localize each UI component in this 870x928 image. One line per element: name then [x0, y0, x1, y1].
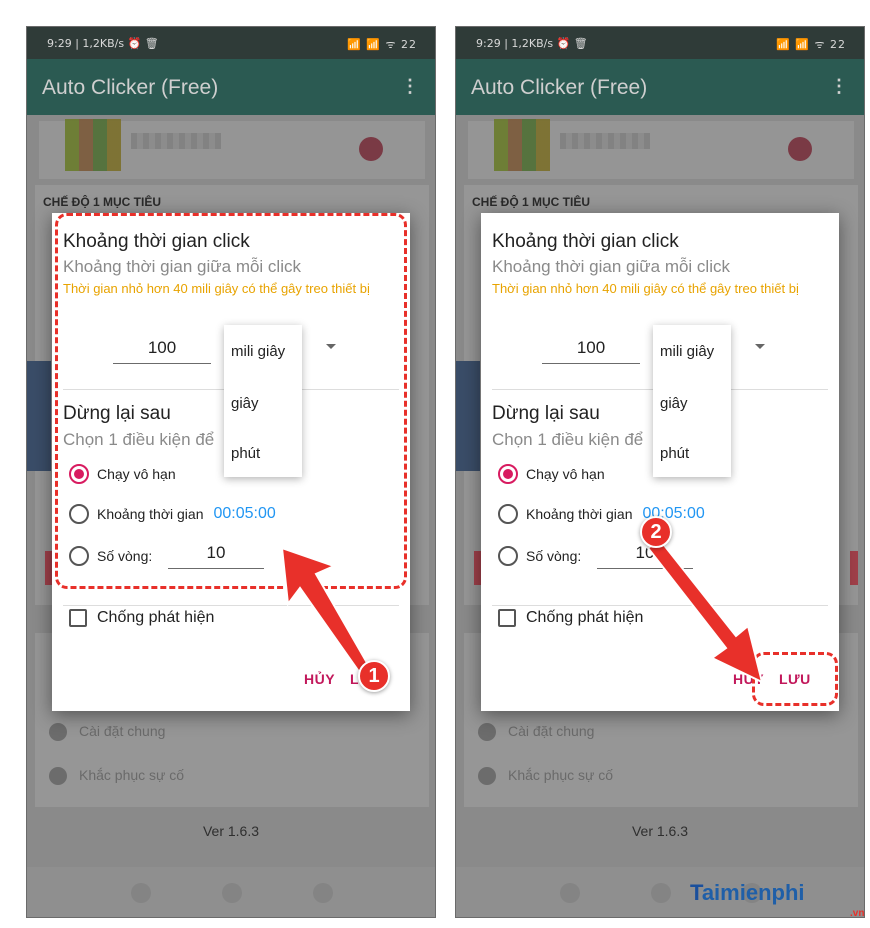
step-marker-2: 2 [640, 516, 672, 548]
section-title: CHẾ ĐỘ 1 MỤC TIÊU [43, 195, 162, 209]
overflow-menu-icon[interactable]: ⋮ [830, 76, 848, 97]
status-right: 📶 📶 ᯤ 22 [776, 38, 846, 51]
section-title: CHẾ ĐỘ 1 MỤC TIÊU [472, 195, 591, 209]
settings-label: Cài đặt chung [79, 723, 166, 739]
background-side-panel [456, 361, 480, 471]
settings-label: Cài đặt chung [508, 723, 595, 739]
radio-icon[interactable] [498, 504, 518, 524]
interval-input[interactable]: 100 [542, 338, 640, 364]
app-bar: Auto Clicker (Free) ⋮ [27, 59, 435, 115]
watermark-suffix: .vn [850, 908, 865, 919]
help-icon [49, 767, 67, 786]
overflow-menu-icon[interactable]: ⋮ [401, 76, 419, 97]
troubleshoot-label: Khắc phục sự cố [508, 767, 614, 783]
stop-subtitle-left: Chọn 1 điều kiện để [492, 430, 644, 449]
option-duration[interactable]: Khoảng thời gian 00:05:00 [498, 503, 705, 525]
version-label: Ver 1.6.3 [631, 823, 689, 839]
pixelated-app-name [131, 133, 221, 149]
pixelated-app-name [560, 133, 650, 149]
gear-icon [49, 723, 67, 742]
nav-icon-2 [222, 883, 242, 903]
bottom-nav [27, 867, 435, 917]
troubleshoot-row: Khắc phục sự cố [49, 767, 185, 786]
unit-option-ms[interactable]: mili giây [660, 343, 714, 360]
checkbox-icon[interactable] [69, 609, 87, 627]
radio-icon[interactable] [498, 546, 518, 566]
app-title: Auto Clicker (Free) [471, 76, 648, 99]
option-duration-label: Khoảng thời gian [526, 506, 633, 522]
option-infinite[interactable]: Chạy vô hạn [498, 463, 605, 485]
interval-subtitle: Khoảng thời gian giữa mỗi click [492, 257, 730, 276]
nav-icon-3 [313, 883, 333, 903]
pixelated-app-icon [359, 137, 383, 161]
help-icon [478, 767, 496, 786]
checkbox-icon[interactable] [498, 609, 516, 627]
troubleshoot-row: Khắc phục sự cố [478, 767, 614, 786]
nav-icon-1 [131, 883, 151, 903]
interval-title: Khoảng thời gian click [492, 231, 679, 252]
status-right: 📶 📶 ᯤ 22 [347, 38, 417, 51]
version-label: Ver 1.6.3 [202, 823, 260, 839]
anti-detect-label: Chống phát hiện [97, 609, 215, 626]
interval-warning: Thời gian nhỏ hơn 40 mili giây có thể gâ… [492, 281, 799, 296]
unit-dropdown-menu: mili giây giây phút [653, 325, 731, 477]
unit-option-minutes[interactable]: phút [660, 445, 689, 462]
pixelated-app-thumbnail [65, 119, 121, 171]
highlight-save-button [752, 652, 838, 706]
phone-screen-right: 9:29 | 1,2KB/s ⏰ 🗑 📶 📶 ᯤ 22 Auto Clicker… [455, 26, 865, 918]
pixelated-app-thumbnail [494, 119, 550, 171]
cancel-button[interactable]: HỦY [304, 671, 335, 687]
background-red-button [850, 551, 858, 585]
status-left: 9:29 | 1,2KB/s ⏰ 🗑 [476, 37, 588, 50]
status-left: 9:29 | 1,2KB/s ⏰ 🗑 [47, 37, 159, 50]
app-bar: Auto Clicker (Free) ⋮ [456, 59, 864, 115]
stop-title: Dừng lại sau [492, 403, 600, 424]
radio-checked-icon[interactable] [498, 464, 518, 484]
tutorial-screenshot: 9:29 | 1,2KB/s ⏰ 🗑 📶 📶 ᯤ 22 Auto Clicker… [0, 0, 870, 928]
settings-row: Cài đặt chung [478, 723, 595, 742]
watermark-logo: Taimienphi [690, 880, 805, 906]
anti-detect-row[interactable]: Chống phát hiện [498, 609, 643, 627]
status-bar: 9:29 | 1,2KB/s ⏰ 🗑 📶 📶 ᯤ 22 [27, 27, 435, 59]
divider [492, 605, 828, 606]
nav-icon-1 [560, 883, 580, 903]
unit-dropdown-arrow-icon[interactable] [755, 344, 765, 349]
step-marker-1: 1 [358, 660, 390, 692]
pixelated-app-icon [788, 137, 812, 161]
unit-option-seconds[interactable]: giây [660, 395, 688, 412]
settings-row: Cài đặt chung [49, 723, 166, 742]
background-side-panel [27, 361, 51, 471]
divider [63, 605, 399, 606]
troubleshoot-label: Khắc phục sự cố [79, 767, 185, 783]
loops-input[interactable]: 10 [597, 543, 693, 569]
watermark-t: T [690, 880, 702, 905]
status-bar: 9:29 | 1,2KB/s ⏰ 🗑 📶 📶 ᯤ 22 [456, 27, 864, 59]
highlight-settings-area [55, 213, 407, 589]
option-infinite-label: Chạy vô hạn [526, 466, 605, 482]
nav-icon-2 [651, 883, 671, 903]
click-settings-dialog: Khoảng thời gian click Khoảng thời gian … [481, 213, 839, 711]
gear-icon [478, 723, 496, 742]
watermark-rest: aimienphi [701, 880, 805, 905]
app-title: Auto Clicker (Free) [42, 76, 219, 99]
option-loops-label: Số vòng: [526, 548, 582, 564]
anti-detect-row[interactable]: Chống phát hiện [69, 609, 214, 627]
anti-detect-label: Chống phát hiện [526, 609, 644, 626]
option-loops[interactable]: Số vòng: [498, 545, 581, 567]
